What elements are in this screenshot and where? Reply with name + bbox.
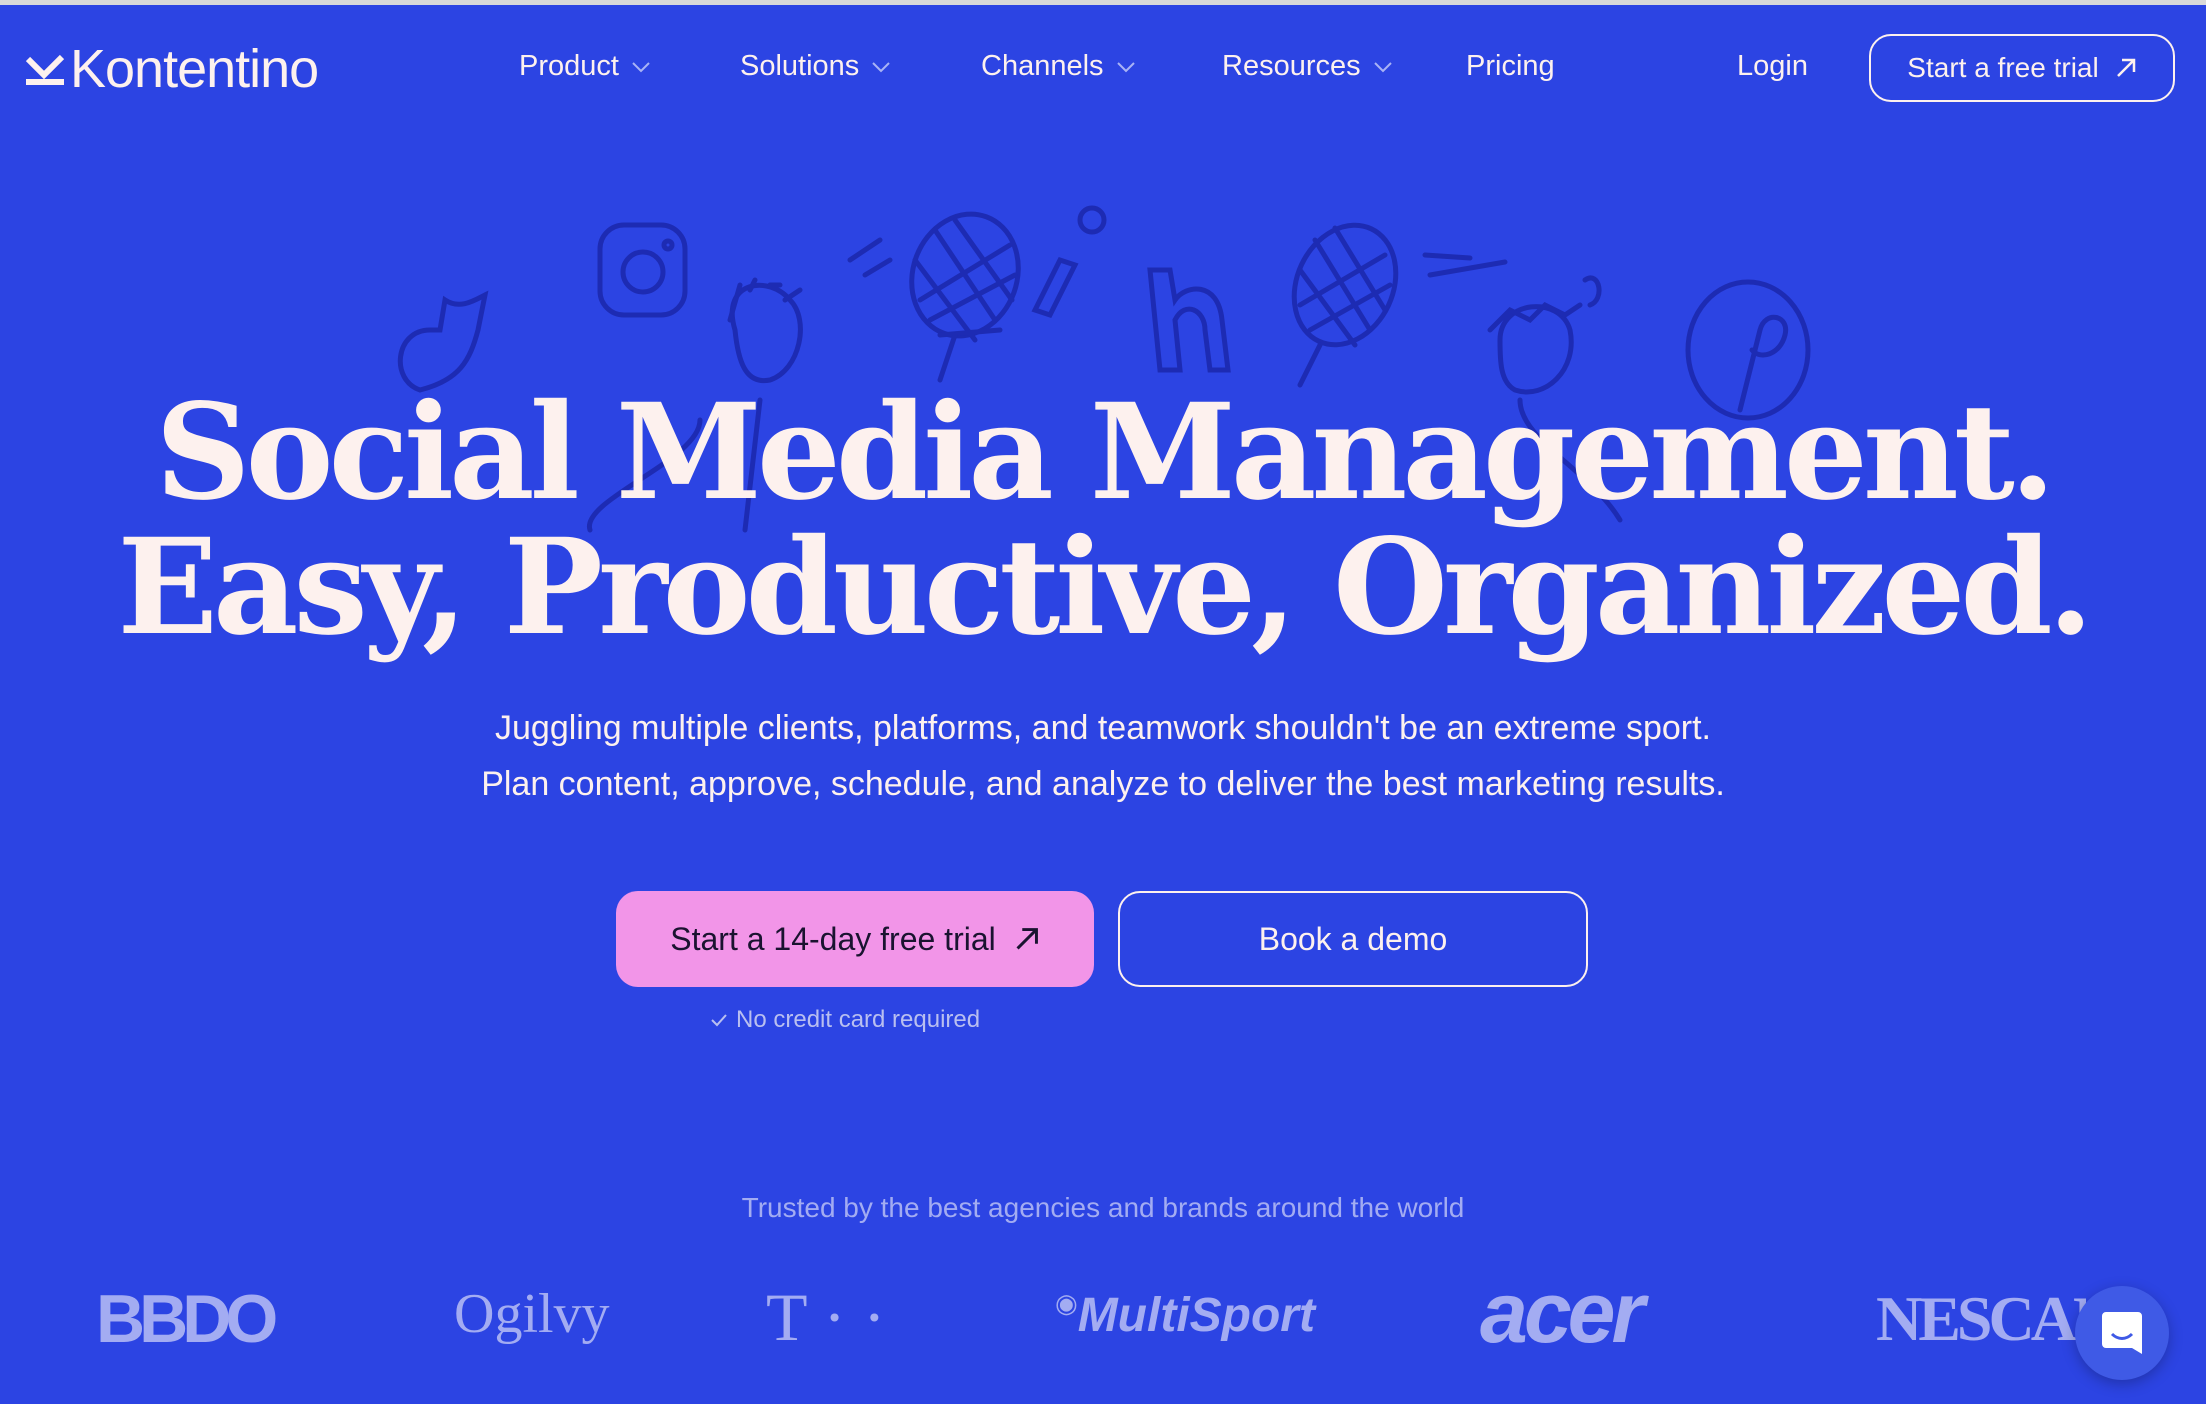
- note-text: No credit card required: [736, 1006, 981, 1033]
- button-label: Start a 14-day free trial: [670, 920, 996, 957]
- brand-logo-bbdo: BBDO: [96, 1281, 278, 1357]
- brand-logo-ogilvy: Ogilvy: [454, 1283, 610, 1345]
- hero-subtitle: Juggling multiple clients, platforms, an…: [0, 700, 2206, 812]
- info-icon: [1031, 205, 1107, 319]
- subtitle-line: Plan content, approve, schedule, and ana…: [481, 765, 1725, 803]
- book-demo-button[interactable]: Book a demo: [1118, 891, 1588, 987]
- brand-logo-acer: acer: [1480, 1265, 1645, 1361]
- linkedin-icon: [1147, 267, 1231, 373]
- check-icon: [711, 1014, 727, 1027]
- brand-logos: BBDO Ogilvy T · · ◉MultiSport acer NESCA…: [0, 1265, 2206, 1370]
- chat-bubble-icon: [2102, 1312, 2142, 1354]
- tennis-racket-icon: [847, 211, 1021, 383]
- button-label: Book a demo: [1258, 920, 1448, 957]
- start-14-day-trial-button[interactable]: Start a 14-day free trial: [616, 891, 1094, 987]
- brand-logo-telekom: T · ·: [766, 1279, 886, 1355]
- brand-name: MultiSport: [1077, 1289, 1315, 1342]
- chat-launcher-button[interactable]: [2075, 1286, 2169, 1380]
- tennis-racket-icon: [1291, 222, 1508, 388]
- arrow-up-right-icon: [1016, 928, 1038, 950]
- multisport-mark-icon: ◉: [1055, 1288, 1078, 1318]
- no-credit-card-note: No credit card required: [710, 1006, 980, 1034]
- hero-headline-line1: Social Media Management.: [155, 375, 2056, 530]
- hero-headline-line2: Easy, Productive, Organized.: [117, 510, 2093, 665]
- trusted-by-title: Trusted by the best agencies and brands …: [741, 1192, 1465, 1223]
- brand-logo-nescafe: NESCAFÉ: [1876, 1283, 2086, 1354]
- brand-logo-multisport: ◉MultiSport: [1055, 1288, 1315, 1343]
- instagram-icon: [597, 222, 688, 318]
- subtitle-line: Juggling multiple clients, platforms, an…: [495, 709, 1711, 747]
